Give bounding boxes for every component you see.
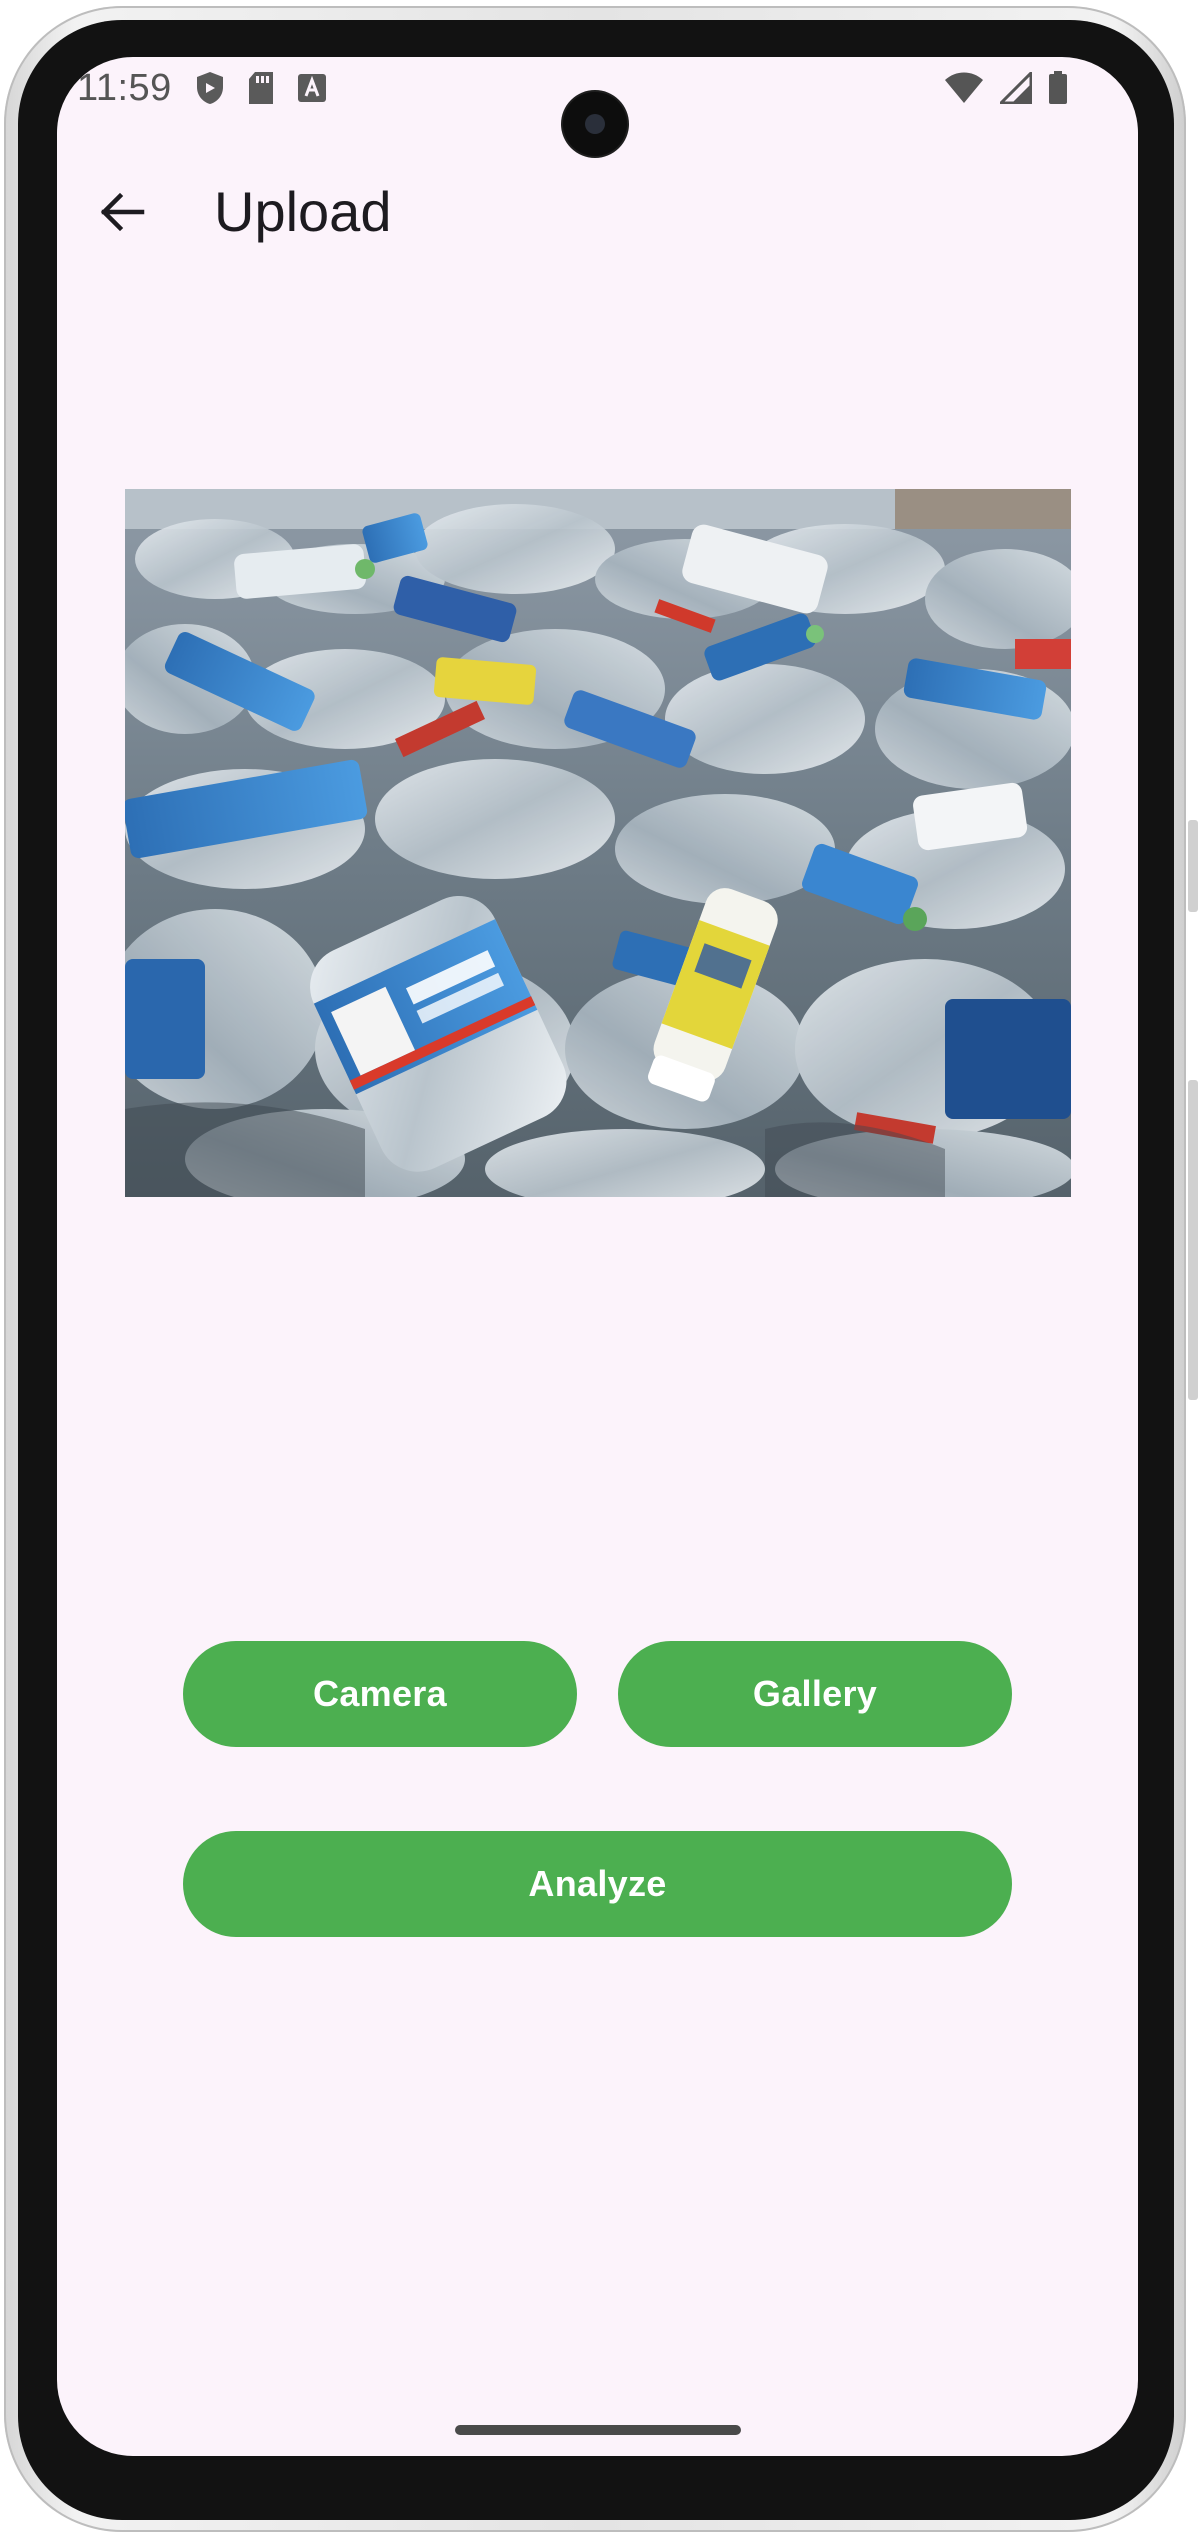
phone-device: 11:59 Upload Camera Gallery Analyze: [0, 0, 1198, 2539]
power-button: [1188, 820, 1198, 912]
signal-icon: [997, 69, 1033, 109]
analyze-button[interactable]: Analyze: [183, 1831, 1012, 1937]
camera-button[interactable]: Camera: [183, 1641, 577, 1747]
analyze-button-label: Analyze: [528, 1863, 667, 1904]
shield-icon: [195, 71, 225, 110]
front-camera: [563, 92, 627, 156]
arrow-back-icon: [98, 188, 146, 241]
plastic-bottles-image: [125, 489, 1071, 1197]
selected-image-preview: [125, 489, 1071, 1197]
top-app-bar: Upload: [57, 157, 1138, 267]
battery-icon: [1048, 71, 1068, 110]
font-a-icon: [297, 73, 327, 108]
app-screen: 11:59 Upload Camera Gallery Analyze: [57, 57, 1138, 2456]
page-title: Upload: [214, 180, 392, 243]
wifi-icon: [944, 72, 984, 109]
sd-card-icon: [247, 71, 275, 110]
status-icons-left: [195, 71, 327, 110]
volume-rocker: [1188, 1080, 1198, 1400]
gesture-home-indicator[interactable]: [455, 2425, 741, 2435]
gallery-button[interactable]: Gallery: [618, 1641, 1012, 1747]
back-button[interactable]: [87, 179, 157, 249]
status-time: 11:59: [77, 67, 172, 109]
gallery-button-label: Gallery: [752, 1673, 878, 1714]
status-icons-right: [944, 69, 1068, 110]
camera-button-label: Camera: [313, 1673, 447, 1714]
